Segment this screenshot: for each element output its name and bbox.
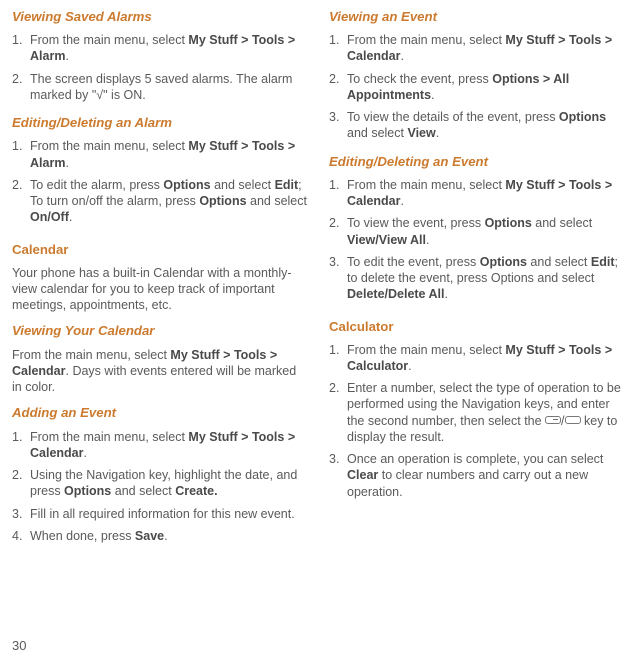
paragraph-viewing-calendar: From the main menu, select My Stuff > To… bbox=[12, 347, 309, 396]
list-item: To view the event, press Options and sel… bbox=[329, 215, 626, 248]
list-viewing-event: From the main menu, select My Stuff > To… bbox=[329, 32, 626, 148]
right-column: Viewing an Event From the main menu, sel… bbox=[329, 6, 626, 553]
heading-calendar: Calendar bbox=[12, 241, 309, 258]
list-item: From the main menu, select My Stuff > To… bbox=[329, 177, 626, 210]
list-item: Once an operation is complete, you can s… bbox=[329, 451, 626, 500]
list-item: From the main menu, select My Stuff > To… bbox=[12, 32, 309, 65]
list-item: Using the Navigation key, highlight the … bbox=[12, 467, 309, 500]
list-item: To edit the alarm, press Options and sel… bbox=[12, 177, 309, 226]
list-item: To edit the event, press Options and sel… bbox=[329, 254, 626, 303]
list-item: Fill in all required information for thi… bbox=[12, 506, 309, 522]
list-item: From the main menu, select My Stuff > To… bbox=[329, 342, 626, 375]
heading-adding-event: Adding an Event bbox=[12, 404, 309, 421]
list-item: When done, press Save. bbox=[12, 528, 309, 544]
list-adding-event: From the main menu, select My Stuff > To… bbox=[12, 429, 309, 551]
list-calculator: From the main menu, select My Stuff > To… bbox=[329, 342, 626, 506]
list-item: Enter a number, select the type of opera… bbox=[329, 380, 626, 445]
heading-calculator: Calculator bbox=[329, 318, 626, 335]
page-number: 30 bbox=[12, 638, 26, 655]
page-content: Viewing Saved Alarms From the main menu,… bbox=[0, 0, 638, 553]
list-editing-deleting-event: From the main menu, select My Stuff > To… bbox=[329, 177, 626, 309]
heading-viewing-event: Viewing an Event bbox=[329, 8, 626, 25]
list-item: The screen displays 5 saved alarms. The … bbox=[12, 71, 309, 104]
list-item: From the main menu, select My Stuff > To… bbox=[329, 32, 626, 65]
list-item: To check the event, press Options > All … bbox=[329, 71, 626, 104]
heading-editing-deleting-event: Editing/Deleting an Event bbox=[329, 153, 626, 170]
left-column: Viewing Saved Alarms From the main menu,… bbox=[12, 6, 309, 553]
heading-editing-deleting-alarm: Editing/Deleting an Alarm bbox=[12, 114, 309, 131]
heading-viewing-your-calendar: Viewing Your Calendar bbox=[12, 322, 309, 339]
paragraph-calendar-intro: Your phone has a built-in Calendar with … bbox=[12, 265, 309, 314]
heading-viewing-saved-alarms: Viewing Saved Alarms bbox=[12, 8, 309, 25]
list-editing-deleting-alarm: From the main menu, select My Stuff > To… bbox=[12, 138, 309, 231]
list-item: From the main menu, select My Stuff > To… bbox=[12, 429, 309, 462]
list-item: From the main menu, select My Stuff > To… bbox=[12, 138, 309, 171]
list-viewing-saved-alarms: From the main menu, select My Stuff > To… bbox=[12, 32, 309, 109]
list-item: To view the details of the event, press … bbox=[329, 109, 626, 142]
